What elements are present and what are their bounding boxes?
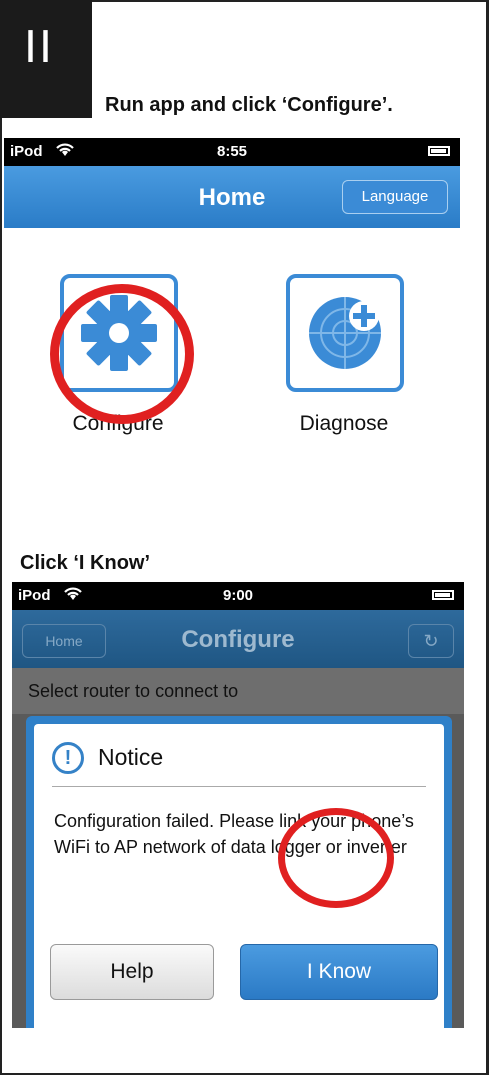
divider [52,786,426,787]
nav-bar: Home Configure ↻ [12,610,464,668]
help-button[interactable]: Help [50,944,214,1000]
select-router-label: Select router to connect to [12,668,464,714]
language-button[interactable]: Language [342,180,448,214]
highlight-circle [278,808,394,908]
dialog-title: Notice [98,744,164,770]
refresh-icon: ↻ [423,631,439,651]
nav-bar: Home Language [4,166,460,228]
refresh-button[interactable]: ↻ [408,624,454,658]
status-bar: iPod 9:00 [12,582,464,610]
radar-plus-icon [309,297,381,369]
configure-screen: iPod 9:00 Home Configure ↻ Select router… [12,582,464,1028]
diagnose-label: Diagnose [299,412,389,435]
highlight-circle [50,284,194,424]
status-time: 9:00 [222,587,254,604]
step-instruction-2: Click ‘I Know’ [20,552,151,574]
battery-icon [432,590,454,600]
home-screen: iPod 8:55 Home Language Configure Diagno… [4,138,460,468]
step-instruction: Run app and click ‘Configure’. [105,94,393,116]
info-exclamation-icon: ! [52,742,84,774]
step-number: II [24,22,54,73]
step-badge: II [0,0,92,118]
i-know-button[interactable]: I Know [240,944,438,1000]
diagnose-tile[interactable] [286,274,404,392]
battery-icon [428,146,450,156]
status-time: 8:55 [216,143,248,160]
status-bar: iPod 8:55 [4,138,460,166]
page-title: Configure [181,626,295,653]
